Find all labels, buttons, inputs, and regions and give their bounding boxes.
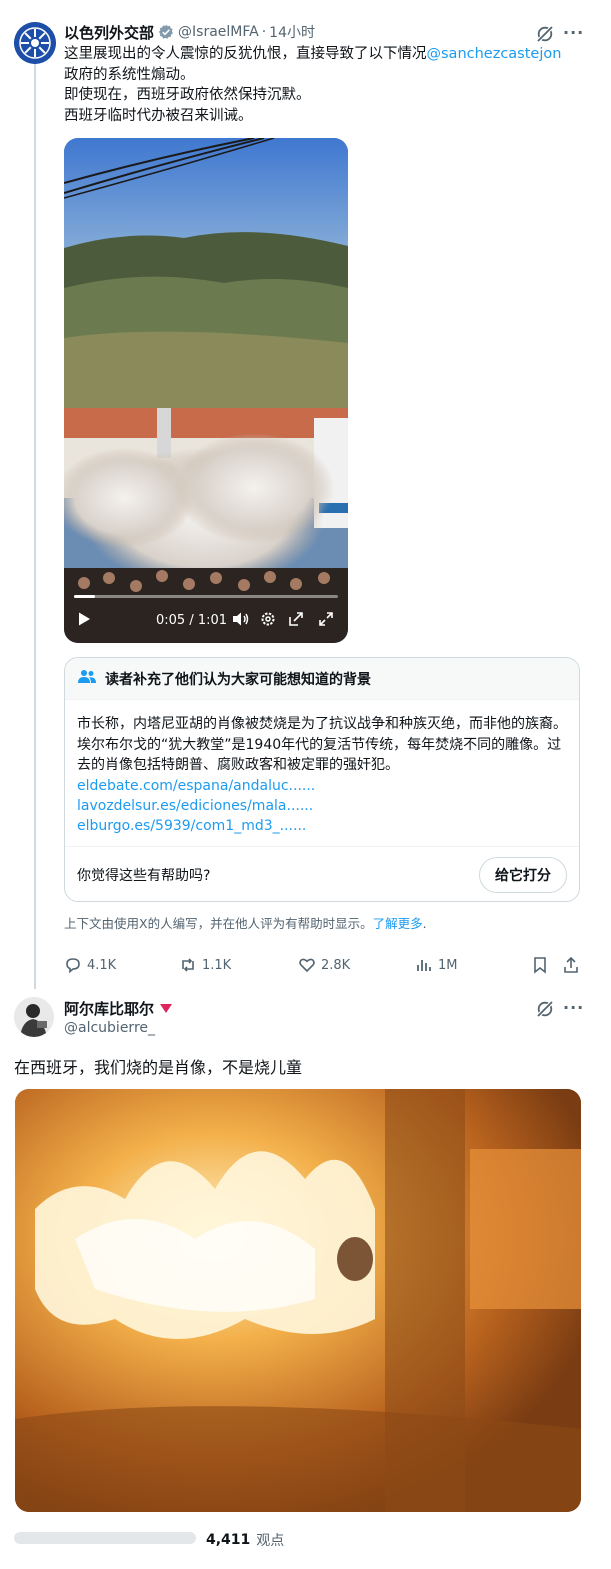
views-count: 4,411 [206,1532,251,1548]
heart-icon [299,958,315,973]
rate-it-button[interactable]: 给它打分 [479,856,567,893]
author-name[interactable]: 以色列外交部 [64,22,154,43]
like-count: 2.8K [321,957,351,973]
tweet-text: 在西班牙，我们烧的是肖像，不是烧儿童 [14,1058,303,1077]
disclaimer-text: 上下文由使用X的人编写，并在他人评为有帮助时显示。 [64,916,373,931]
video-progress-bar[interactable] [74,595,338,598]
community-note-footer: 你觉得这些有帮助吗? 给它打分 [65,846,579,901]
tweet-text-line: 西班牙临时代办被召来训诫。 [64,107,253,124]
source-link[interactable]: lavozdelsur.es/ediciones/mala...... [77,796,567,816]
settings-gear-icon[interactable] [260,611,276,627]
video-player[interactable]: 0:05 / 1:01 [64,138,348,643]
tweet-text: 这里展现出的令人震惊的反犹仇恨，直接导致了以下情况@sanchezcastejo… [64,44,594,126]
note-disclaimer: 上下文由使用X的人编写，并在他人评为有帮助时显示。了解更多. [64,913,427,932]
views-button[interactable]: 1M [415,956,458,974]
repost-button[interactable]: 1.1K [179,956,231,974]
timestamp[interactable]: 14小时 [269,22,315,42]
views-count: 1M [438,957,458,973]
community-note-text: 市长称，内塔尼亚胡的肖像被焚烧是为了抗议战争和种族灭绝，而非他的族裔。埃尔布尔戈… [77,716,567,773]
bookmark-button[interactable] [531,956,554,974]
separator-dot: · [261,24,267,40]
tweet-image[interactable] [15,1089,581,1512]
author-handle[interactable]: @alcubierre_ [64,1020,155,1036]
community-note-header: 读者补充了他们认为大家可能想知道的背景 [65,658,579,700]
source-link[interactable]: elburgo.es/5939/com1_md3_...... [77,816,567,836]
analytics-icon [417,960,431,971]
avatar[interactable] [14,22,56,64]
bookmark-icon [534,957,546,974]
tweet-header: 以色列外交部 @IsraelMFA · 14小时 [64,22,315,42]
video-frame-image [64,138,348,643]
grok-icon[interactable] [536,25,554,43]
reply-button[interactable]: 4.1K [64,956,116,974]
more-options-icon[interactable]: ··· [563,25,584,41]
play-icon[interactable] [76,611,92,627]
community-note-body: 市长称，内塔尼亚胡的肖像被焚烧是为了抗议战争和种族灭绝，而非他的族裔。埃尔布尔戈… [65,700,579,846]
grok-icon[interactable] [536,1000,554,1018]
repost-count: 1.1K [202,957,232,973]
community-note-title: 读者补充了他们认为大家可能想知道的背景 [105,671,371,688]
author-name[interactable]: 阿尔库比耶尔 [64,998,154,1019]
disclaimer-period: . [422,916,427,931]
video-progress-fill [74,595,96,598]
learn-more-link[interactable]: 了解更多 [373,916,423,931]
tweet-text-line: 这里展现出的令人震惊的反犹仇恨，直接导致了以下情况 [64,46,427,62]
video-controls: 0:05 / 1:01 [64,591,348,643]
tweet-header: 阿尔库比耶尔 [64,998,173,1019]
like-button[interactable]: 2.8K [298,956,350,974]
fullscreen-icon[interactable] [318,611,334,627]
share-button[interactable] [562,956,585,974]
blurred-actions-placeholder [14,1529,196,1551]
reply-count: 4.1K [87,957,117,973]
israel-mfa-logo-icon [14,22,56,64]
source-link[interactable]: eldebate.com/espana/andaluc...... [77,776,567,796]
readers-group-icon [77,669,97,689]
avatar[interactable] [14,997,54,1037]
fire-photo [15,1089,581,1512]
tweet-action-bar: 4.1K 1.1K 2.8K 1M [64,956,586,976]
author-handle[interactable]: @IsraelMFA [178,24,259,40]
views-label: 观点 [256,1533,285,1549]
share-icon [564,956,578,973]
tweet-text-line: 即使现在，西班牙政府依然保持沉默。 [64,87,311,103]
views-row: 4,411 观点 [14,1530,284,1550]
repost-icon [182,958,194,972]
volume-icon[interactable] [232,611,250,627]
picture-in-picture-icon[interactable] [288,611,304,627]
profile-photo [14,997,54,1037]
thread-connector-line [34,64,36,989]
helpful-question: 你觉得这些有帮助吗? [77,867,211,884]
reply-icon [66,958,80,974]
video-time: 0:05 / 1:01 [156,613,228,628]
mention-link[interactable]: @sanchezcastejon [427,46,562,62]
verified-badge-icon [158,24,174,40]
red-triangle-badge-icon [160,1003,173,1013]
community-note: 读者补充了他们认为大家可能想知道的背景 市长称，内塔尼亚胡的肖像被焚烧是为了抗议… [64,657,580,902]
tweet-text-line: 政府的系统性煽动。 [64,66,195,83]
more-options-icon[interactable]: ··· [563,1000,584,1016]
